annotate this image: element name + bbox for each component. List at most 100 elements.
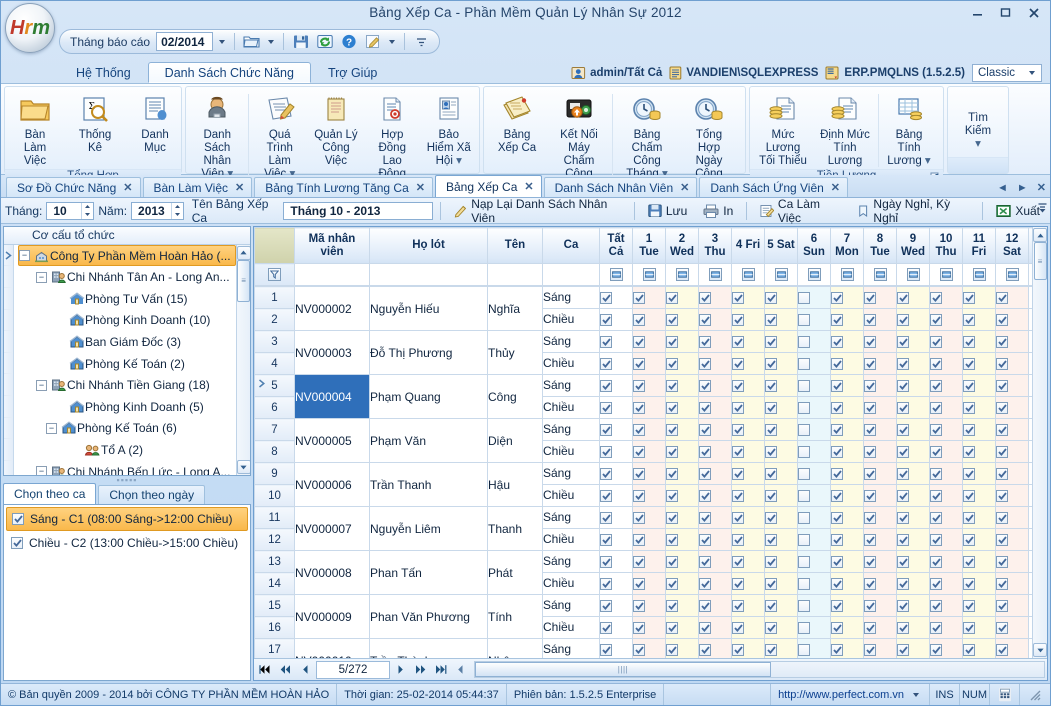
day-checkbox[interactable] (600, 622, 612, 634)
day-cell[interactable] (996, 397, 1029, 419)
ribbon-button-hop-dong-lao-dong[interactable]: Hợp Đồng Lao Động (364, 90, 421, 182)
day-checkbox[interactable] (963, 402, 975, 414)
day-checkbox[interactable] (666, 402, 678, 414)
day-checkbox[interactable] (831, 534, 843, 546)
day-cell[interactable] (930, 397, 963, 419)
day-cell[interactable] (864, 309, 897, 331)
day-checkbox[interactable] (600, 534, 612, 546)
day-cell[interactable] (765, 507, 798, 529)
tree-node-phong-ke-toan-1[interactable]: Phòng Kế Toán (2) (54, 353, 236, 375)
day-cell[interactable] (930, 419, 963, 441)
day-checkbox[interactable] (831, 490, 843, 502)
tree-node-ban-giam-doc[interactable]: Ban Giám Đốc (3) (54, 331, 236, 353)
day-cell[interactable] (666, 617, 699, 639)
day-cell[interactable] (996, 331, 1029, 353)
shift-name-cell[interactable]: Chiều (543, 485, 600, 507)
day-cell[interactable] (996, 287, 1029, 309)
row-number-cell[interactable]: 6 (255, 397, 295, 419)
print-button[interactable]: In (697, 202, 739, 220)
all-checkbox-cell[interactable] (600, 551, 633, 573)
day-checkbox[interactable] (996, 358, 1008, 370)
day-checkbox[interactable] (963, 600, 975, 612)
day-cell[interactable] (765, 463, 798, 485)
shift-name-cell[interactable]: Sáng (543, 375, 600, 397)
nav-next-button[interactable] (391, 661, 410, 679)
col-header-day-12[interactable]: 12Sat (996, 228, 1029, 264)
tree-gutter-cell[interactable] (4, 245, 13, 267)
day-cell[interactable] (732, 573, 765, 595)
day-checkbox[interactable] (930, 292, 942, 304)
day-checkbox[interactable] (798, 314, 810, 326)
day-checkbox[interactable] (732, 292, 744, 304)
day-cell[interactable] (732, 551, 765, 573)
day-checkbox[interactable] (633, 512, 645, 524)
day-checkbox[interactable] (996, 336, 1008, 348)
grid-horizontal-scrollbar[interactable]: |||| (474, 661, 1045, 678)
day-cell[interactable] (633, 595, 666, 617)
day-checkbox[interactable] (798, 380, 810, 392)
day-cell[interactable] (831, 617, 864, 639)
all-checkbox-cell[interactable] (600, 507, 633, 529)
day-checkbox[interactable] (666, 644, 678, 656)
filter-cell-shift[interactable] (543, 264, 600, 286)
day-cell[interactable] (996, 529, 1029, 551)
day-cell[interactable] (732, 419, 765, 441)
day-cell[interactable] (963, 485, 996, 507)
day-cell[interactable] (666, 529, 699, 551)
day-checkbox[interactable] (699, 512, 711, 524)
day-checkbox[interactable] (864, 314, 876, 326)
day-cell[interactable] (699, 485, 732, 507)
day-cell[interactable] (765, 551, 798, 573)
day-checkbox[interactable] (897, 336, 909, 348)
day-cell[interactable] (897, 375, 930, 397)
day-cell[interactable] (633, 463, 666, 485)
menu-tab-danh-sach-chuc-nang[interactable]: Danh Sách Chức Năng (148, 62, 311, 83)
day-cell[interactable] (633, 529, 666, 551)
col-header-day-4[interactable]: 4 Fri (732, 228, 765, 264)
day-cell[interactable] (765, 639, 798, 659)
account-info[interactable]: admin/Tất Cả (571, 66, 662, 80)
employee-firstname-cell[interactable]: Hậu (488, 463, 543, 507)
day-cell[interactable] (732, 375, 765, 397)
tri-state-icon[interactable] (1006, 268, 1019, 281)
close-icon[interactable]: ✕ (235, 181, 244, 194)
filter-cell-day-11[interactable] (963, 264, 996, 286)
day-checkbox[interactable] (798, 600, 810, 612)
tree-node-cong-ty[interactable]: − Công Ty Phần Mềm Hoàn Hảo (... (18, 245, 236, 267)
help-icon[interactable]: ? (338, 32, 359, 52)
day-cell[interactable] (798, 419, 831, 441)
day-checkbox[interactable] (666, 358, 678, 370)
day-checkbox[interactable] (864, 446, 876, 458)
day-checkbox[interactable] (864, 292, 876, 304)
day-cell[interactable] (798, 639, 831, 659)
day-checkbox[interactable] (996, 490, 1008, 502)
day-checkbox[interactable] (864, 402, 876, 414)
day-cell[interactable] (765, 441, 798, 463)
shift-name-cell[interactable]: Sáng (543, 639, 600, 659)
day-cell[interactable] (930, 551, 963, 573)
day-checkbox[interactable] (864, 424, 876, 436)
expander-icon[interactable]: − (19, 250, 30, 261)
day-checkbox[interactable] (699, 622, 711, 634)
day-cell[interactable] (864, 507, 897, 529)
col-header-ho-lot[interactable]: Họ lót (370, 228, 488, 264)
expander-icon[interactable]: − (36, 272, 47, 283)
row-number-cell[interactable]: 5 (255, 375, 295, 397)
employee-lastname-cell[interactable]: Phan Tấn (370, 551, 488, 595)
day-checkbox[interactable] (930, 402, 942, 414)
day-cell[interactable] (732, 595, 765, 617)
tri-state-icon[interactable] (709, 268, 722, 281)
day-cell[interactable] (831, 419, 864, 441)
day-checkbox[interactable] (666, 490, 678, 502)
doc-tab-ban-lam-viec[interactable]: Bàn Làm Việc ✕ (143, 177, 253, 197)
status-resize-grip[interactable] (1020, 684, 1050, 705)
day-checkbox[interactable] (930, 512, 942, 524)
day-cell[interactable] (732, 287, 765, 309)
tree-gutter-cell[interactable] (4, 266, 13, 288)
scroll-up-icon[interactable] (1033, 228, 1047, 242)
new-chevron-down-icon[interactable] (268, 40, 274, 44)
employee-id-cell[interactable]: NV000009 (295, 595, 370, 639)
day-checkbox[interactable] (633, 556, 645, 568)
nav-next-page-button[interactable] (411, 661, 430, 679)
day-cell[interactable] (831, 397, 864, 419)
